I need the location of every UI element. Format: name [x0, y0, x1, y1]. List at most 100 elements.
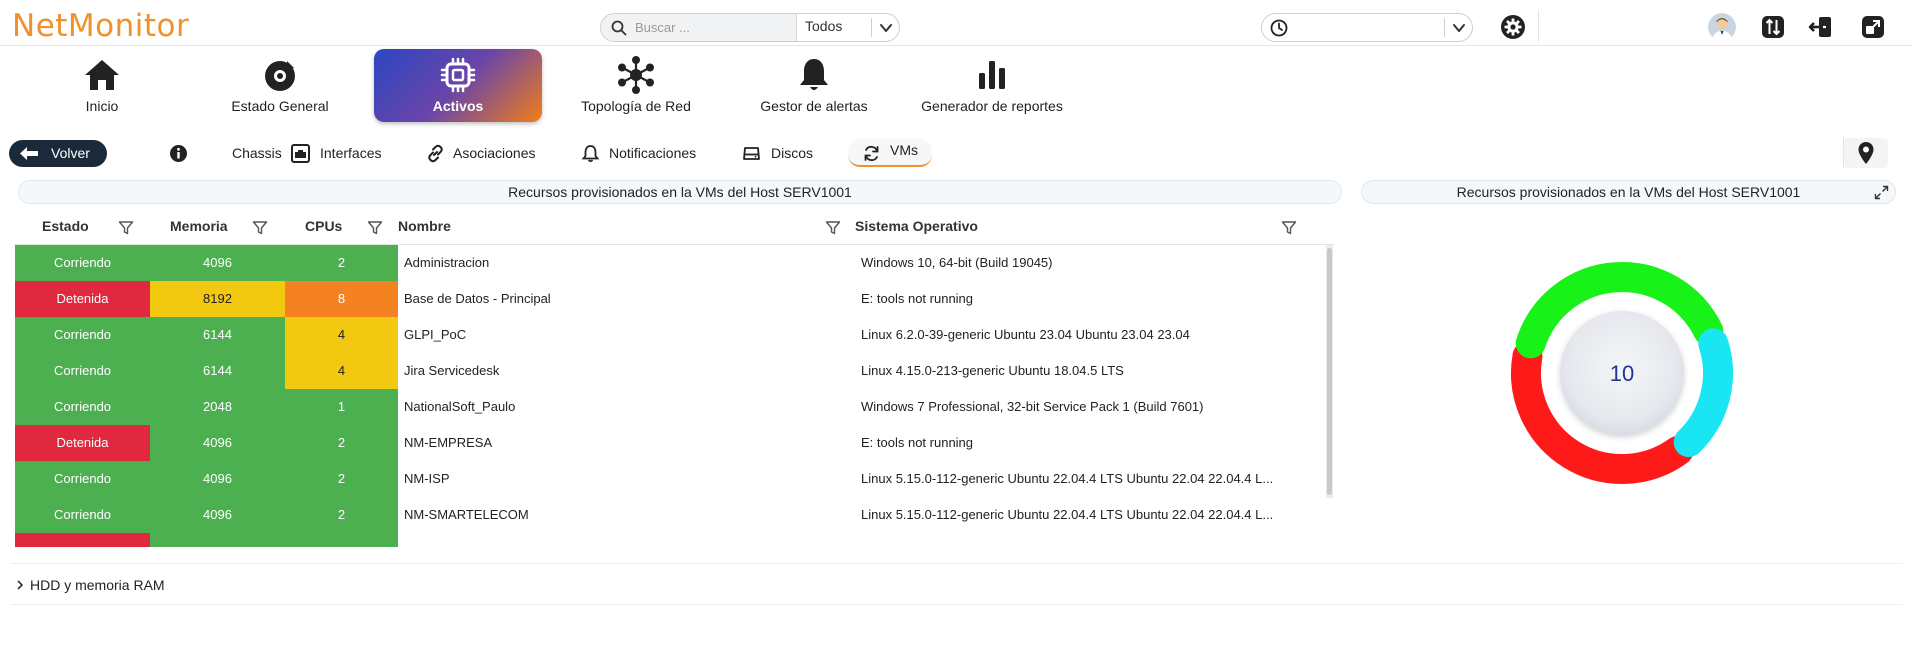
tab-label: Notificaciones — [609, 145, 697, 161]
donut-svg: 10 — [1511, 262, 1733, 484]
table-row[interactable]: Corriendo 4096 2 Administracion Windows … — [15, 245, 1325, 281]
nav-label: Generador de reportes — [921, 98, 1063, 114]
scope-divider — [871, 18, 872, 37]
cell-estado: Corriendo — [15, 245, 150, 281]
chevron-down-icon[interactable] — [879, 21, 893, 35]
cell-cpus: 2 — [285, 461, 398, 497]
bell-icon — [800, 59, 828, 90]
cell-estado: Detenida — [15, 425, 150, 461]
cell-memoria: 4096 — [150, 425, 285, 461]
expand-icon[interactable] — [1874, 185, 1889, 200]
cell-memoria: 8192 — [150, 281, 285, 317]
nav-estado-general[interactable]: Estado General — [196, 49, 364, 122]
link-icon — [428, 144, 443, 163]
nav-label: Estado General — [231, 98, 329, 114]
search-icon[interactable] — [611, 20, 627, 36]
column-header-memoria[interactable]: Memoria — [170, 218, 228, 234]
cell-estado: Corriendo — [15, 353, 150, 389]
table-row[interactable]: Corriendo 6144 4 GLPI_PoC Linux 6.2.0-39… — [15, 317, 1325, 353]
table-row-partial[interactable] — [15, 533, 1325, 547]
cell-memoria: 4096 — [150, 497, 285, 533]
tab-chassis[interactable]: Chassis — [169, 142, 282, 166]
cell-nombre: NM-SMARTELECOM — [404, 507, 529, 522]
cell-estado: Detenida — [15, 281, 150, 317]
nav-generador-de-reportes[interactable]: Generador de reportes — [908, 49, 1076, 122]
nav-label: Topología de Red — [581, 98, 691, 114]
back-button[interactable]: Volver — [9, 140, 107, 167]
top-bar: NetMonitor Todos — [0, 0, 1913, 46]
time-range-select[interactable] — [1261, 13, 1473, 42]
filter-icon[interactable] — [825, 220, 841, 236]
chevron-down-icon[interactable] — [1452, 21, 1466, 35]
filter-icon[interactable] — [252, 220, 268, 236]
location-button[interactable] — [1844, 138, 1888, 168]
time-range-divider — [1444, 18, 1445, 37]
bell-icon — [581, 145, 600, 163]
tab-notificaciones[interactable]: Notificaciones — [581, 142, 706, 166]
table-row[interactable]: Corriendo 6144 4 Jira Servicedesk Linux … — [15, 353, 1325, 389]
vm-table-body: Corriendo 4096 2 Administracion Windows … — [15, 245, 1325, 547]
table-scrollbar-thumb[interactable] — [1327, 248, 1332, 495]
nav-activos[interactable]: Activos — [374, 49, 542, 122]
table-row[interactable]: Detenida 4096 2 NM-EMPRESA E: tools not … — [15, 425, 1325, 461]
cell-estado: Corriendo — [15, 317, 150, 353]
cell-sistema-operativo: Linux 5.15.0-112-generic Ubuntu 22.04.4 … — [861, 471, 1274, 486]
column-header-cpus[interactable]: CPUs — [305, 218, 342, 234]
search-input[interactable] — [635, 18, 785, 37]
tab-discos[interactable]: Discos — [742, 142, 822, 166]
cell-nombre: GLPI_PoC — [404, 327, 467, 342]
cell-cpus: 2 — [285, 245, 398, 281]
tab-asociaciones[interactable]: Asociaciones — [426, 142, 546, 166]
table-row[interactable]: Corriendo 4096 2 NM-ISP Linux 5.15.0-112… — [15, 461, 1325, 497]
tab-label: Interfaces — [320, 145, 382, 161]
chevron-right-icon — [17, 580, 24, 590]
chip-icon — [440, 57, 476, 93]
table-row[interactable]: Detenida 8192 8 Base de Datos - Principa… — [15, 281, 1325, 317]
settings-gear-icon[interactable] — [1500, 14, 1526, 40]
column-header-sistema-operativo[interactable]: Sistema Operativo — [855, 218, 978, 234]
user-avatar[interactable] — [1708, 13, 1736, 41]
table-row[interactable]: Corriendo 2048 1 NationalSoft_Paulo Wind… — [15, 389, 1325, 425]
scope-select[interactable]: Todos — [805, 18, 842, 34]
cell-estado: Corriendo — [15, 461, 150, 497]
logout-icon[interactable] — [1808, 14, 1834, 40]
cell-sistema-operativo: Linux 4.15.0-213-generic Ubuntu 18.04.5 … — [861, 363, 1124, 378]
cell-cpus: 8 — [285, 281, 398, 317]
cell-memoria: 6144 — [150, 353, 285, 389]
cell-nombre: NationalSoft_Paulo — [404, 399, 516, 414]
clock-icon — [1270, 19, 1288, 37]
app-logo[interactable]: NetMonitor — [12, 8, 189, 44]
filter-icon[interactable] — [118, 220, 134, 236]
nav-topologia-de-red[interactable]: Topología de Red — [552, 49, 720, 122]
donut-slice-2[interactable] — [1673, 328, 1733, 458]
external-window-icon[interactable] — [1860, 14, 1886, 40]
column-header-estado[interactable]: Estado — [42, 218, 89, 234]
nav-inicio[interactable]: Inicio — [18, 49, 186, 122]
table-row[interactable]: Corriendo 4096 2 NM-SMARTELECOM Linux 5.… — [15, 497, 1325, 533]
cell-cpus: 1 — [285, 389, 398, 425]
tab-vms[interactable]: VMs — [848, 139, 932, 167]
cell-memoria: 6144 — [150, 317, 285, 353]
cell-nombre: NM-EMPRESA — [404, 435, 493, 450]
nav-gestor-de-alertas[interactable]: Gestor de alertas — [730, 49, 898, 122]
cell-sistema-operativo: Windows 10, 64-bit (Build 19045) — [861, 255, 1053, 270]
column-header-nombre[interactable]: Nombre — [398, 218, 451, 234]
vm-table-header: Estado Memoria CPUs Nombre Sistema Opera… — [14, 212, 1334, 245]
home-icon — [85, 60, 119, 90]
vm-donut-chart: 10 — [1490, 245, 1750, 500]
accordion-hdd-ram[interactable]: HDD y memoria RAM — [10, 563, 1903, 605]
cell-cpus: 2 — [285, 497, 398, 533]
cell-nombre: Base de Datos - Principal — [404, 291, 551, 306]
filter-icon[interactable] — [367, 220, 383, 236]
network-topology-icon — [618, 56, 654, 94]
nav-label: Gestor de alertas — [760, 98, 868, 114]
cell-memoria: 2048 — [150, 389, 285, 425]
cell-cpus: 2 — [285, 425, 398, 461]
tab-interfaces[interactable]: Interfaces — [291, 142, 401, 166]
switch-view-icon[interactable] — [1760, 14, 1786, 40]
cell-sistema-operativo: Linux 6.2.0-39-generic Ubuntu 23.04 Ubun… — [861, 327, 1190, 342]
tab-label: Asociaciones — [453, 145, 536, 161]
cell-sistema-operativo: Linux 5.15.0-112-generic Ubuntu 22.04.4 … — [861, 507, 1274, 522]
filter-icon[interactable] — [1281, 220, 1297, 236]
cell-sistema-operativo: Windows 7 Professional, 32-bit Service P… — [861, 399, 1204, 414]
